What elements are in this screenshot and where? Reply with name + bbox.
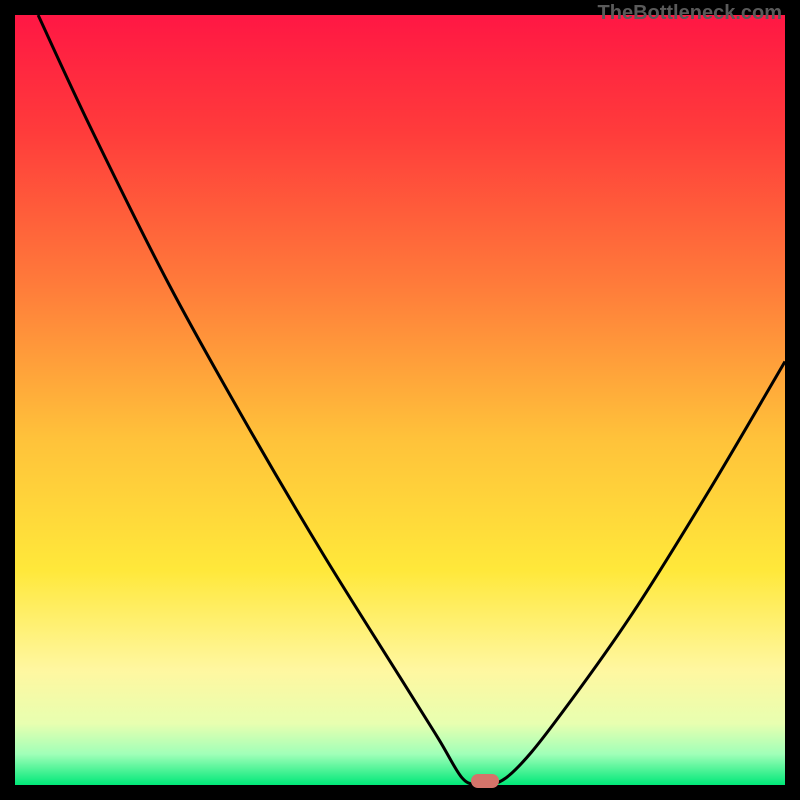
optimal-marker [471, 774, 499, 788]
watermark-text: TheBottleneck.com [598, 2, 782, 25]
chart-container [15, 15, 785, 785]
bottleneck-curve [15, 15, 785, 785]
